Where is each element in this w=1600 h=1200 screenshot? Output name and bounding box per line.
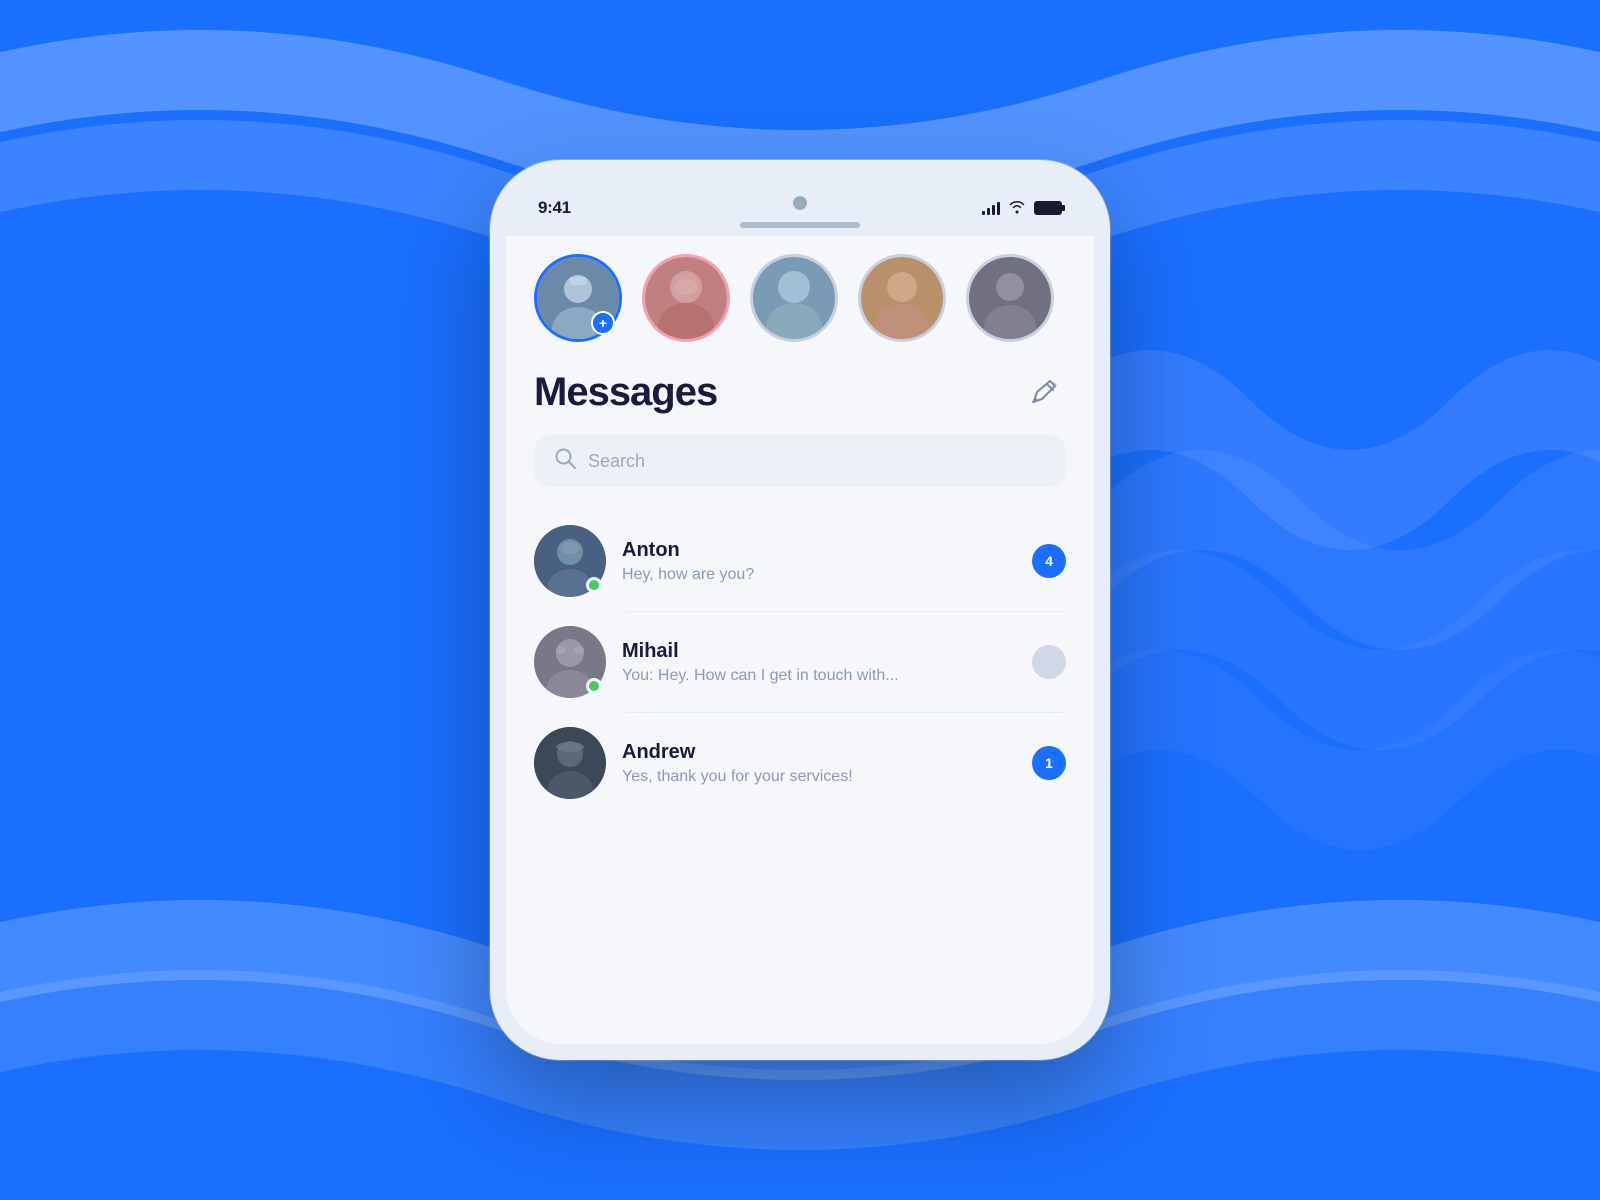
search-icon — [554, 447, 576, 475]
signal-icon — [982, 201, 1000, 215]
unread-badge-andrew: 1 — [1032, 746, 1066, 780]
message-content-anton: Anton Hey, how are you? — [622, 539, 1016, 584]
avatar-mihail — [534, 626, 606, 698]
phone-mockup: 9:41 — [490, 160, 1110, 1060]
message-preview-mihail: You: Hey. How can I get in touch with... — [622, 667, 1016, 685]
message-list: Anton Hey, how are you? 4 — [506, 511, 1094, 813]
compose-button[interactable] — [1022, 371, 1066, 415]
phone-screen: 9:41 — [506, 176, 1094, 1044]
app-content: + — [506, 228, 1094, 1044]
search-bar[interactable]: Search — [534, 435, 1066, 487]
messages-title: Messages — [534, 370, 717, 415]
status-icons — [982, 200, 1062, 217]
battery-icon — [1034, 201, 1062, 215]
story-item-5[interactable] — [966, 254, 1054, 342]
status-bar: 9:41 — [506, 176, 1094, 228]
avatar-andrew — [534, 727, 606, 799]
add-story-badge[interactable]: + — [591, 311, 615, 335]
messages-header: Messages — [506, 362, 1094, 435]
message-content-mihail: Mihail You: Hey. How can I get in touch … — [622, 640, 1016, 685]
compose-icon — [1028, 377, 1060, 409]
message-preview-anton: Hey, how are you? — [622, 566, 1016, 584]
message-item-andrew[interactable]: Andrew Yes, thank you for your services!… — [506, 713, 1094, 813]
contact-name-mihail: Mihail — [622, 640, 1016, 663]
stories-row[interactable]: + — [506, 244, 1094, 362]
phone-frame: 9:41 — [490, 160, 1110, 1060]
wifi-icon — [1008, 200, 1026, 217]
unread-badge-mihail — [1032, 645, 1066, 679]
message-preview-andrew: Yes, thank you for your services! — [622, 768, 1016, 786]
message-item-anton[interactable]: Anton Hey, how are you? 4 — [506, 511, 1094, 611]
contact-name-andrew: Andrew — [622, 741, 1016, 764]
message-content-andrew: Andrew Yes, thank you for your services! — [622, 741, 1016, 786]
story-item-1[interactable]: + — [534, 254, 622, 342]
story-item-3[interactable] — [750, 254, 838, 342]
message-item-mihail[interactable]: Mihail You: Hey. How can I get in touch … — [506, 612, 1094, 712]
story-item-2[interactable] — [642, 254, 730, 342]
story-item-4[interactable] — [858, 254, 946, 342]
online-indicator-anton — [586, 577, 602, 593]
contact-name-anton: Anton — [622, 539, 1016, 562]
online-indicator-mihail — [586, 678, 602, 694]
search-placeholder-text: Search — [588, 451, 645, 472]
status-time: 9:41 — [538, 198, 571, 218]
avatar-anton — [534, 525, 606, 597]
unread-badge-anton: 4 — [1032, 544, 1066, 578]
